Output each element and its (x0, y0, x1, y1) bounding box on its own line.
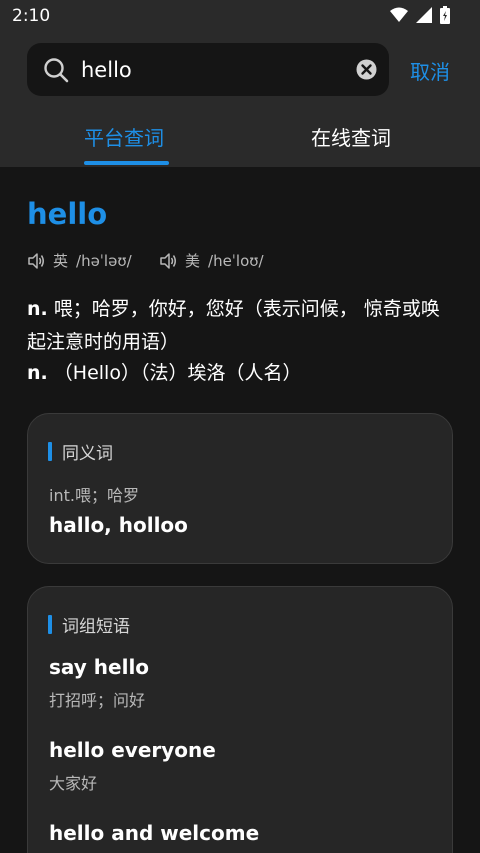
part-of-speech: n. (27, 298, 48, 320)
active-tab-indicator (84, 161, 169, 165)
wifi-icon (390, 7, 408, 22)
tab-platform-lookup[interactable]: 平台查词 (84, 122, 164, 151)
title-accent-bar (48, 615, 52, 634)
phrase-chinese: 大家好 (49, 774, 98, 793)
part-of-speech: n. (27, 362, 48, 384)
synonyms-title: 同义词 (62, 444, 113, 464)
battery-icon (440, 6, 450, 24)
phrase-chinese: 打招呼；问好 (49, 691, 146, 710)
synonyms-words[interactable]: hallo, holloo (49, 513, 188, 537)
pronunciation-region: 美 (185, 252, 201, 270)
tab-online-lookup[interactable]: 在线查词 (311, 122, 391, 151)
definition-text: （Hello）（法）埃洛（人名） (47, 362, 302, 384)
phrase-item[interactable]: hello and welcome (49, 821, 259, 853)
phrase-item[interactable]: hello everyone 大家好 (49, 738, 216, 794)
status-time: 2:10 (12, 6, 51, 26)
search-input[interactable] (81, 55, 341, 85)
phrase-english: hello everyone (49, 738, 216, 762)
speaker-icon[interactable] (159, 252, 177, 270)
synonyms-subtitle: int.喂；哈罗 (49, 486, 139, 505)
pronunciation-region: 英 (53, 252, 69, 270)
signal-icon (416, 7, 432, 23)
status-bar: 2:10 (0, 0, 480, 34)
title-accent-bar (48, 442, 52, 461)
speaker-icon[interactable] (27, 252, 45, 270)
headword: hello (27, 197, 108, 231)
card-title: 同义词 (48, 439, 113, 464)
clear-icon[interactable] (356, 59, 377, 80)
cancel-button[interactable]: 取消 (410, 56, 450, 85)
card-title: 词组短语 (48, 612, 130, 637)
phrase-english: hello and welcome (49, 821, 260, 845)
pronunciation-us[interactable]: 美 /heˈloʊ/ (159, 250, 264, 271)
definition: n. （Hello）（法）埃洛（人名） (27, 357, 457, 390)
search-icon (44, 58, 69, 83)
status-icons (390, 6, 450, 24)
phrase-item[interactable]: say hello 打招呼；问好 (49, 655, 149, 711)
header-region: 2:10 取消 平台查词 在线查词 (0, 0, 480, 167)
pronunciation-ipa: /həˈləʊ/ (76, 251, 132, 270)
phrase-english: say hello (49, 655, 150, 679)
definition: n. 喂；哈罗，你好，您好（表示问候， 惊奇或唤起注意时的用语） (27, 293, 457, 359)
pronunciation-ipa: /heˈloʊ/ (208, 251, 264, 270)
phrases-title: 词组短语 (62, 617, 130, 637)
synonyms-card: 同义词 int.喂；哈罗 hallo, holloo (27, 413, 453, 564)
definition-text: 喂；哈罗，你好，您好（表示问候， 惊奇或唤起注意时的用语） (27, 298, 440, 353)
phrases-card: 词组短语 say hello 打招呼；问好 hello everyone 大家好… (27, 586, 453, 853)
pronunciation-uk[interactable]: 英 /həˈləʊ/ (27, 250, 132, 271)
search-box[interactable] (27, 43, 389, 96)
